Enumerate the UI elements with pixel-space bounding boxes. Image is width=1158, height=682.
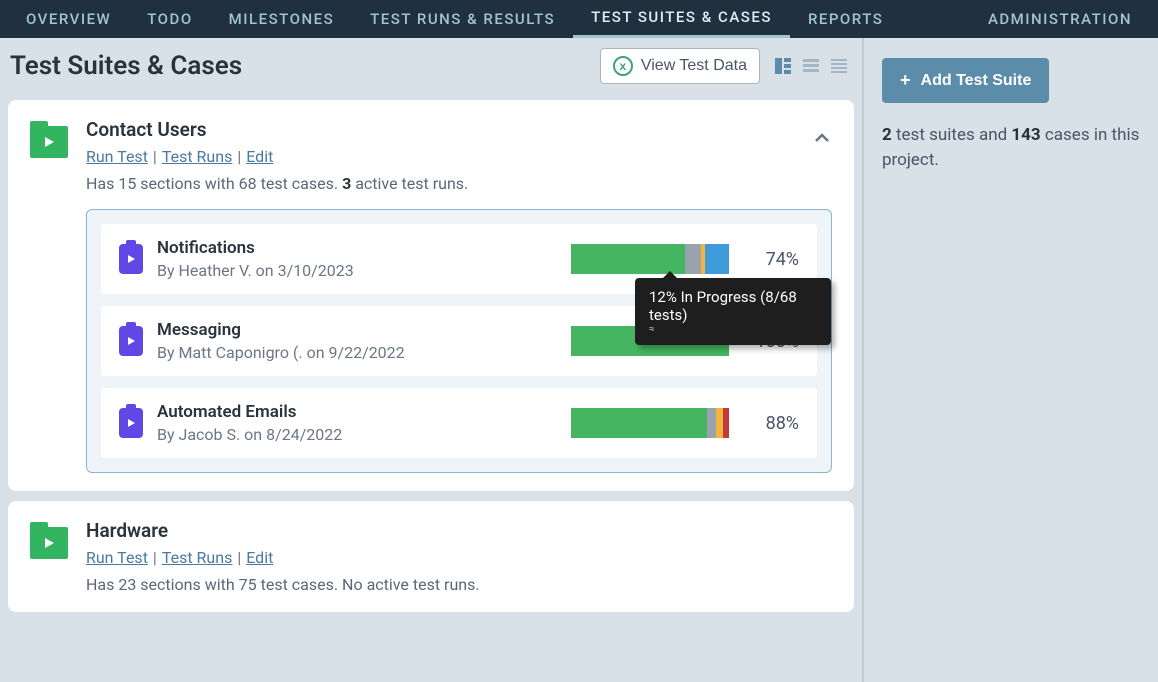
clipboard-play-icon [119,408,143,438]
run-byline: By Jacob S. on 8/24/2022 [157,425,557,444]
clipboard-play-icon [119,326,143,356]
suite-title: Contact Users [86,118,832,141]
add-test-suite-button[interactable]: + Add Test Suite [882,58,1049,103]
run-byline: By Matt Caponigro (. on 9/22/2022 [157,343,557,362]
suite-links: Run Test|Test Runs|Edit [86,147,832,166]
variable-x-icon: x [613,56,633,76]
edit-link[interactable]: Edit [246,548,273,567]
suite-card: Contact Users Run Test|Test Runs|Edit Ha… [8,100,854,491]
test-runs-link[interactable]: Test Runs [162,147,233,166]
run-title: Messaging [157,320,557,340]
chevron-up-icon[interactable] [812,128,832,152]
folder-icon [30,527,68,559]
nav-milestones[interactable]: MILESTONES [211,0,353,38]
run-card[interactable]: Automated Emails By Jacob S. on 8/24/202… [101,388,817,458]
run-title: Automated Emails [157,402,557,422]
run-byline: By Heather V. on 3/10/2023 [157,261,557,280]
progress-segment [707,408,716,438]
main-column: Test Suites & Cases x View Test Data [0,38,864,682]
suite-card: Hardware Run Test|Test Runs|Edit Has 23 … [8,501,854,612]
suite-title: Hardware [86,519,832,542]
clipboard-play-icon [119,244,143,274]
nav-testsuites[interactable]: TEST SUITES & CASES [573,0,790,38]
sidebar-summary: 2 test suites and 143 cases in this proj… [882,123,1140,172]
run-container: Notifications By Heather V. on 3/10/2023… [86,209,832,473]
nav-testruns[interactable]: TEST RUNS & RESULTS [352,0,573,38]
progress-segment [571,244,685,274]
progress-segment [571,408,707,438]
folder-icon [30,126,68,158]
sidebar: + Add Test Suite 2 test suites and 143 c… [864,38,1158,682]
nav-reports[interactable]: REPORTS [790,0,901,38]
test-runs-link[interactable]: Test Runs [162,548,233,567]
nav-admin[interactable]: ADMINISTRATION [970,0,1150,38]
view-compact-icon[interactable] [826,53,852,79]
nav-overview[interactable]: OVERVIEW [8,0,129,38]
top-nav: OVERVIEW TODO MILESTONES TEST RUNS & RES… [0,0,1158,38]
progress-bar [571,244,729,274]
progress-tooltip: 12% In Progress (8/68 tests) ≈ [635,278,831,345]
suite-description: Has 15 sections with 68 test cases. 3 ac… [86,174,832,193]
view-test-data-button[interactable]: x View Test Data [600,48,760,84]
progress-segment [685,244,701,274]
edit-link[interactable]: Edit [246,147,273,166]
tooltip-text: 12% In Progress (8/68 tests) [649,288,817,324]
progress-segment [723,408,729,438]
suite-links: Run Test|Test Runs|Edit [86,548,832,567]
progress-segment [705,244,729,274]
add-test-suite-label: Add Test Suite [921,72,1032,90]
view-grid-icon[interactable] [770,53,796,79]
progress-percent: 88% [743,413,799,434]
view-test-data-label: View Test Data [641,57,747,75]
nav-todo[interactable]: TODO [129,0,210,38]
progress-bar [571,408,729,438]
view-list-icon[interactable] [798,53,824,79]
plus-icon: + [900,70,911,91]
run-test-link[interactable]: Run Test [86,548,148,567]
run-title: Notifications [157,238,557,258]
suite-description: Has 23 sections with 75 test cases. No a… [86,575,832,594]
page-title: Test Suites & Cases [10,51,242,81]
progress-percent: 74% [743,249,799,270]
wave-icon: ≈ [649,324,817,335]
run-test-link[interactable]: Run Test [86,147,148,166]
